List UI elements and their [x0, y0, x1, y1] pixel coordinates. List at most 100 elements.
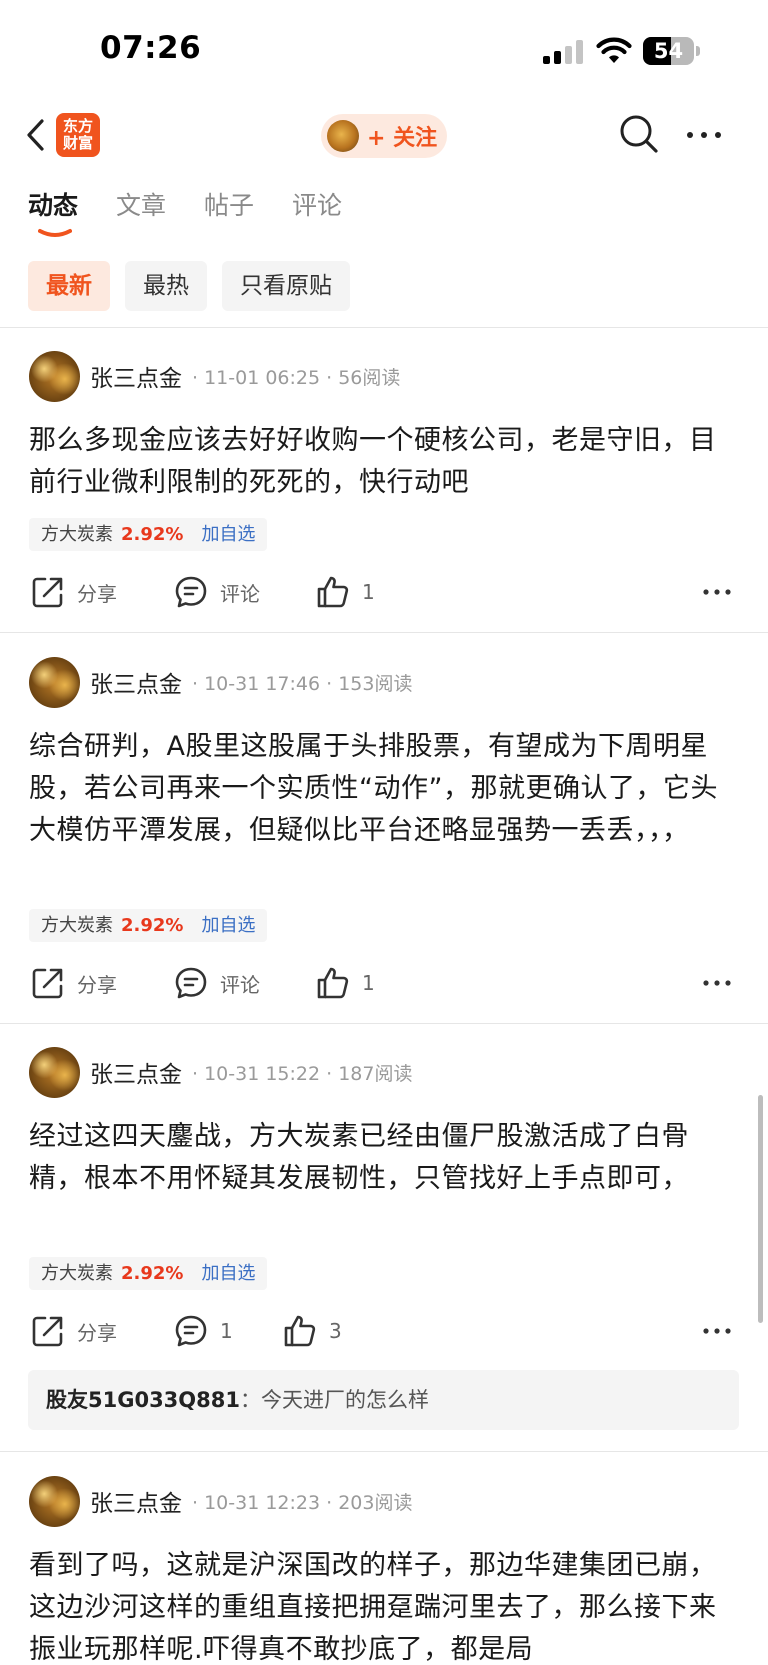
post-actions: 分享 评论 1	[0, 963, 768, 1003]
comment-icon	[175, 1315, 207, 1347]
author-name[interactable]: 张三点金	[90, 1055, 182, 1089]
reply-preview[interactable]: 股友51G033Q881：今天进厂的怎么样	[28, 1370, 739, 1430]
comment-button[interactable]: 1	[174, 1311, 233, 1351]
follow-avatar	[327, 120, 359, 152]
nav-header: 东方财富 + 关注	[0, 100, 768, 172]
author-name[interactable]: 张三点金	[90, 359, 182, 393]
add-watchlist-button[interactable]: 加自选	[201, 518, 255, 551]
divider	[0, 327, 768, 328]
add-watchlist-button[interactable]: 加自选	[201, 909, 255, 942]
share-label: 分享	[77, 972, 117, 997]
like-button[interactable]: 1	[316, 572, 375, 612]
share-button[interactable]: 分享	[31, 1311, 117, 1351]
avatar[interactable]	[29, 656, 80, 708]
active-tab-indicator	[38, 229, 72, 237]
share-icon	[32, 577, 63, 608]
share-button[interactable]: 分享	[31, 572, 117, 612]
more-options-icon[interactable]	[684, 124, 724, 146]
tab-posts[interactable]: 帖子	[204, 186, 254, 238]
post-header: 张三点金 · 10-31 17:46 · 153阅读	[29, 656, 412, 708]
post-actions: 分享 评论 1	[0, 572, 768, 612]
share-icon	[32, 1316, 63, 1347]
post-header: 张三点金 · 10-31 15:22 · 187阅读	[29, 1046, 412, 1098]
stock-change: 2.92%	[121, 524, 184, 545]
post-header: 张三点金 · 10-31 12:23 · 203阅读	[29, 1475, 412, 1527]
post-text[interactable]: 综合研判，A股里这股属于头排股票，有望成为下周明星股，若公司再来一个实质性“动作…	[29, 726, 739, 852]
eastmoney-logo: 东方财富	[56, 113, 100, 157]
stock-name: 方大炭素	[41, 915, 113, 936]
share-label: 分享	[77, 581, 117, 606]
thumbs-up-icon	[317, 576, 349, 608]
tab-label: 评论	[292, 191, 343, 220]
share-label: 分享	[77, 1320, 117, 1345]
tab-label: 帖子	[204, 191, 255, 220]
reply-text: 今天进厂的怎么样	[260, 1388, 429, 1412]
status-time: 07:26	[100, 30, 202, 66]
stock-tag[interactable]: 方大炭素 2.92% 加自选	[29, 518, 268, 551]
stock-name: 方大炭素	[41, 1263, 113, 1284]
add-watchlist-button[interactable]: 加自选	[201, 1257, 255, 1290]
author-name[interactable]: 张三点金	[90, 665, 182, 699]
logo-text: 东方财富	[62, 117, 93, 152]
avatar[interactable]	[29, 1475, 80, 1527]
status-bar: 07:26 54	[0, 0, 768, 100]
tab-label: 动态	[28, 191, 79, 220]
comment-button[interactable]: 评论	[174, 572, 260, 612]
comment-label: 评论	[220, 972, 260, 997]
like-count: 3	[329, 1319, 342, 1343]
stock-change: 2.92%	[121, 915, 184, 936]
stock-tag[interactable]: 方大炭素 2.92% 加自选	[29, 1257, 268, 1290]
post-meta: · 10-31 15:22 · 187阅读	[192, 1062, 413, 1085]
more-options-icon[interactable]	[702, 973, 732, 993]
battery-icon: 54	[643, 37, 700, 65]
like-button[interactable]: 1	[316, 963, 375, 1003]
follow-button[interactable]: + 关注	[321, 114, 447, 158]
more-options-icon[interactable]	[702, 582, 732, 602]
like-count: 1	[362, 580, 375, 604]
scrollbar[interactable]	[758, 1095, 763, 1323]
reply-separator: ：	[239, 1388, 261, 1412]
comment-label: 评论	[220, 581, 260, 606]
search-icon[interactable]	[618, 113, 660, 155]
battery-level: 54	[653, 39, 684, 63]
filter-latest[interactable]: 最新	[28, 261, 110, 311]
stock-tag[interactable]: 方大炭素 2.92% 加自选	[29, 909, 268, 942]
stock-change: 2.92%	[121, 1263, 184, 1284]
stock-name: 方大炭素	[41, 524, 113, 545]
tab-comments[interactable]: 评论	[292, 186, 342, 238]
post-text[interactable]: 那么多现金应该去好好收购一个硬核公司，老是守旧，目前行业微利限制的死死的，快行动…	[29, 420, 739, 504]
share-button[interactable]: 分享	[31, 963, 117, 1003]
cellular-signal-icon	[543, 40, 585, 64]
share-icon	[32, 968, 63, 999]
post-text[interactable]: 看到了吗，这就是沪深国改的样子，那边华建集团已崩，这边沙河这样的重组直接把拥趸踹…	[29, 1545, 739, 1665]
comment-icon	[175, 967, 207, 999]
comment-count: 1	[220, 1319, 233, 1343]
avatar[interactable]	[29, 1046, 80, 1098]
post-text[interactable]: 经过这四天鏖战，方大炭素已经由僵尸股激活成了白骨精，根本不用怀疑其发展韧性，只管…	[29, 1116, 739, 1200]
wifi-icon	[596, 37, 632, 63]
follow-label: + 关注	[367, 126, 438, 151]
profile-tabs: 动态 文章 帖子 评论	[28, 186, 380, 238]
filter-chips: 最新 最热 只看原贴	[28, 261, 365, 311]
like-count: 1	[362, 971, 375, 995]
avatar[interactable]	[29, 350, 80, 402]
filter-hottest[interactable]: 最热	[125, 261, 207, 311]
post-meta: · 11-01 06:25 · 56阅读	[192, 366, 401, 389]
back-arrow-icon[interactable]	[22, 114, 50, 156]
post-meta: · 10-31 17:46 · 153阅读	[192, 672, 413, 695]
tab-articles[interactable]: 文章	[116, 186, 166, 238]
more-options-icon[interactable]	[702, 1321, 732, 1341]
divider	[0, 632, 768, 633]
comment-icon	[175, 576, 207, 608]
divider	[0, 1451, 768, 1452]
author-name[interactable]: 张三点金	[90, 1484, 182, 1518]
reply-username[interactable]: 股友51G033Q881	[46, 1388, 240, 1412]
filter-original-only[interactable]: 只看原贴	[222, 261, 350, 311]
like-button[interactable]: 3	[283, 1311, 342, 1351]
tab-dynamics[interactable]: 动态	[28, 186, 78, 238]
comment-button[interactable]: 评论	[174, 963, 260, 1003]
post-meta: · 10-31 12:23 · 203阅读	[192, 1491, 413, 1514]
post-header: 张三点金 · 11-01 06:25 · 56阅读	[29, 350, 400, 402]
divider	[0, 1023, 768, 1024]
tab-label: 文章	[116, 191, 167, 220]
